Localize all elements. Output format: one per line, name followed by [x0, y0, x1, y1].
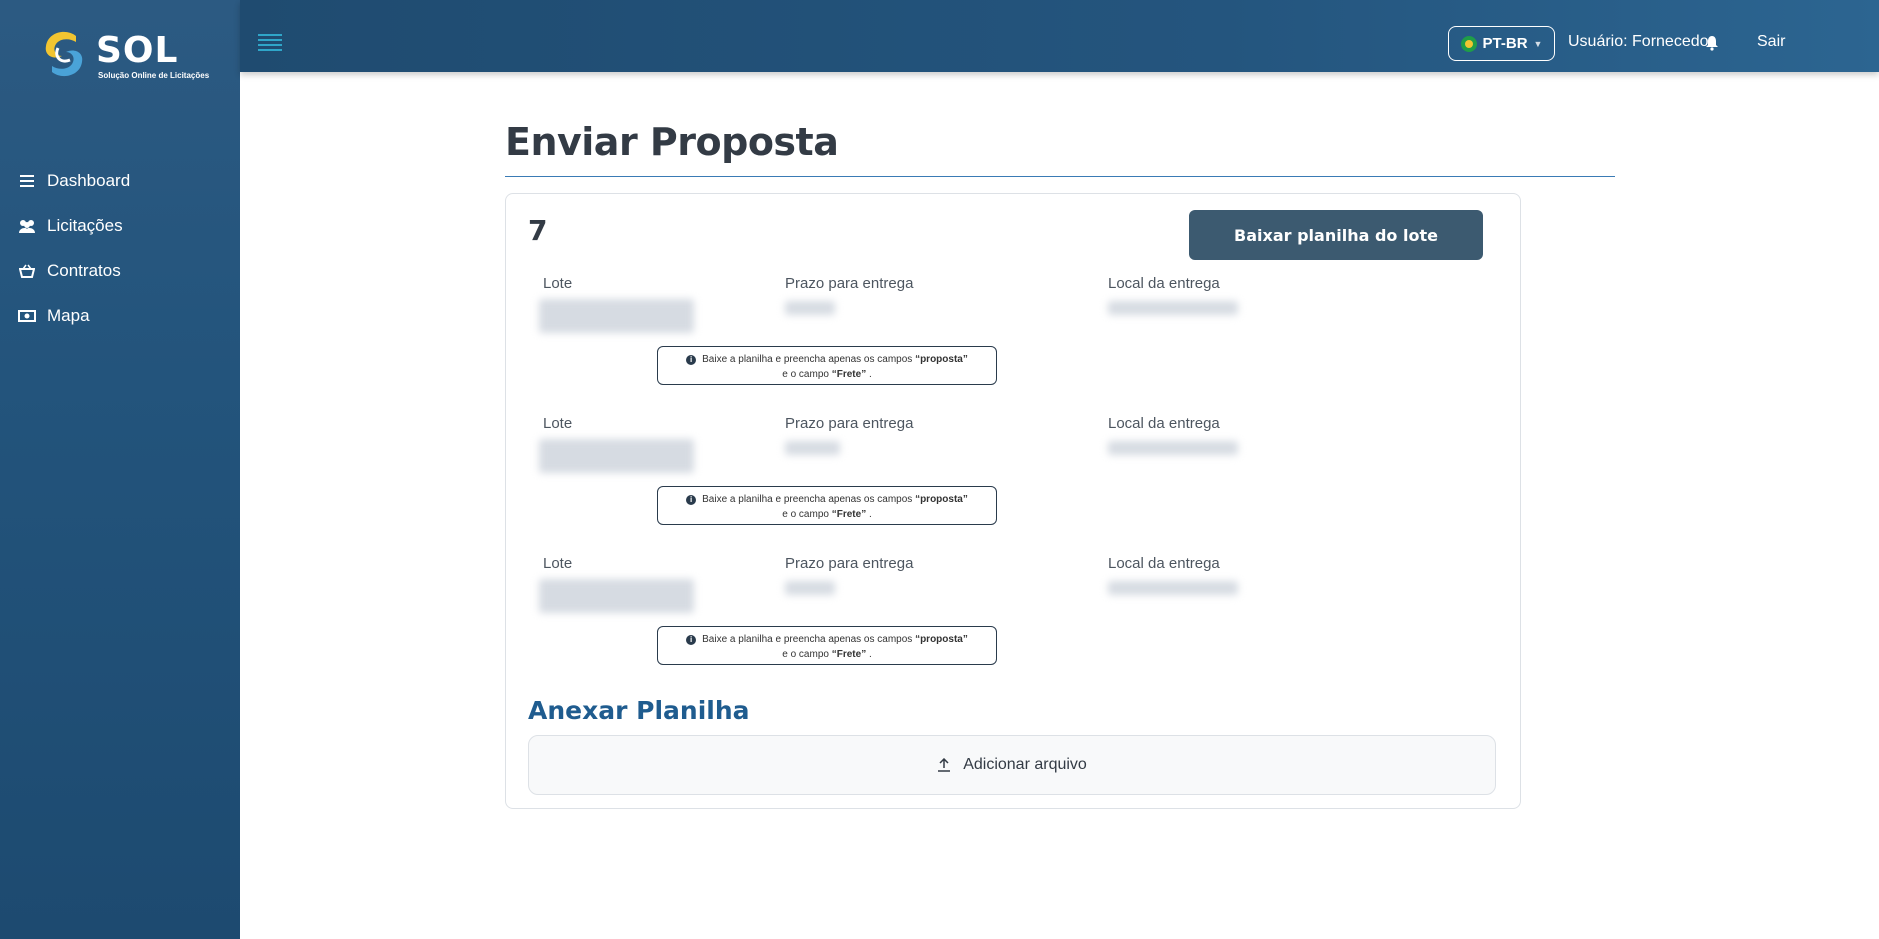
lote-label: Lote: [543, 555, 573, 572]
page-title: Enviar Proposta: [505, 120, 839, 164]
logout-link[interactable]: Sair: [1757, 33, 1785, 51]
sidebar-item-label: Dashboard: [47, 170, 131, 190]
language-selector[interactable]: PT-BR ▼: [1448, 26, 1555, 61]
redacted-lote-value: [539, 579, 694, 613]
redacted-prazo-value: [785, 441, 840, 455]
redacted-prazo-value: [785, 301, 835, 315]
users-icon: [18, 217, 36, 235]
prazo-label: Prazo para entrega: [785, 275, 914, 292]
money-icon: [18, 307, 36, 325]
language-label: PT-BR: [1482, 35, 1528, 52]
sol-logo-mark-icon: [45, 31, 83, 77]
sidebar-item-label: Mapa: [47, 305, 90, 325]
local-label: Local da entrega: [1108, 275, 1220, 292]
prazo-label: Prazo para entrega: [785, 555, 914, 572]
list-icon: [18, 172, 36, 190]
sidebar-item-contratos[interactable]: Contratos: [0, 248, 240, 293]
sidebar-nav: Dashboard Licitações Contratos Mapa: [0, 158, 240, 338]
brazil-flag-icon: [1460, 35, 1477, 52]
info-notice: i Baixe a planilha e preencha apenas os c…: [657, 626, 997, 665]
sidebar-item-label: Contratos: [47, 260, 121, 280]
title-divider: [505, 176, 1615, 177]
info-icon: i: [686, 495, 697, 505]
local-label: Local da entrega: [1108, 415, 1220, 432]
chevron-down-icon: ▼: [1533, 38, 1543, 49]
sidebar-item-licitacoes[interactable]: Licitações: [0, 203, 240, 248]
add-file-label: Adicionar arquivo: [963, 756, 1087, 773]
info-icon: i: [686, 635, 697, 645]
sidebar-item-label: Licitações: [47, 215, 123, 235]
add-file-button[interactable]: Adicionar arquivo: [528, 735, 1496, 795]
upload-icon: [938, 758, 951, 772]
menu-toggle-icon[interactable]: [258, 34, 282, 52]
proposal-card: 7 Baixar planilha do lote Lote Prazo par…: [505, 193, 1521, 809]
bell-icon[interactable]: [1705, 35, 1719, 51]
info-notice: i Baixe a planilha e preencha apenas os c…: [657, 486, 997, 525]
redacted-local-value: [1108, 441, 1238, 455]
sidebar-item-dashboard[interactable]: Dashboard: [0, 158, 240, 203]
app-logo[interactable]: SOL Solução Online de Licitações: [38, 26, 210, 86]
basket-icon: [18, 262, 36, 280]
redacted-local-value: [1108, 301, 1238, 315]
sidebar-item-mapa[interactable]: Mapa: [0, 293, 240, 338]
info-icon: i: [686, 355, 697, 365]
lote-label: Lote: [543, 275, 573, 292]
sidebar: SOL Solução Online de Licitações Dashboa…: [0, 0, 240, 939]
lot-row: Lote Prazo para entrega Local da entrega…: [506, 275, 1522, 395]
redacted-local-value: [1108, 581, 1238, 595]
lot-row: Lote Prazo para entrega Local da entrega…: [506, 415, 1522, 535]
lote-label: Lote: [543, 415, 573, 432]
redacted-lote-value: [539, 299, 694, 333]
redacted-lote-value: [539, 439, 694, 473]
download-sheet-button[interactable]: Baixar planilha do lote: [1189, 210, 1483, 260]
lot-row: Lote Prazo para entrega Local da entrega…: [506, 555, 1522, 675]
attach-section-title: Anexar Planilha: [528, 696, 750, 725]
user-label: Usuário: Fornecedor: [1568, 33, 1714, 50]
redacted-prazo-value: [785, 581, 835, 595]
local-label: Local da entrega: [1108, 555, 1220, 572]
prazo-label: Prazo para entrega: [785, 415, 914, 432]
topbar: PT-BR ▼ Usuário: Fornecedor Sair: [240, 0, 1879, 72]
lot-number: 7: [528, 214, 548, 247]
logo-text: SOL: [96, 30, 179, 71]
logo-subtitle: Solução Online de Licitações: [98, 71, 210, 80]
info-notice: i Baixe a planilha e preencha apenas os c…: [657, 346, 997, 385]
